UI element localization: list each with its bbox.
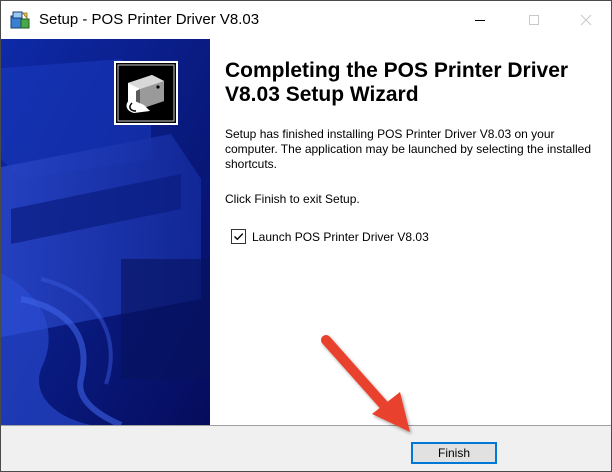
title-bar: Setup - POS Printer Driver V8.03 [1,1,611,39]
maximize-button [511,1,557,39]
printer-logo-icon [114,61,178,125]
button-bar: Finish [1,425,611,471]
close-icon [580,14,592,26]
banner-graphic [1,39,210,425]
launch-checkbox[interactable] [231,229,246,244]
window-title: Setup - POS Printer Driver V8.03 [39,11,260,28]
completion-message: Setup has finished installing POS Printe… [225,127,592,171]
wizard-content: Completing the POS Printer Driver V8.03 … [210,39,611,425]
minimize-icon [475,20,485,21]
minimize-button[interactable] [457,1,503,39]
launch-checkbox-label[interactable]: Launch POS Printer Driver V8.03 [252,230,429,244]
wizard-banner [1,39,210,425]
setup-installer-icon [10,10,30,30]
launch-checkbox-row[interactable]: Launch POS Printer Driver V8.03 [231,229,429,244]
checkmark-icon [234,233,244,241]
maximize-icon [529,15,539,25]
finish-button[interactable]: Finish [411,442,497,464]
page-title: Completing the POS Printer Driver V8.03 … [225,59,569,106]
close-button [563,1,609,39]
finish-hint-text: Click Finish to exit Setup. [225,192,360,206]
setup-window: Setup - POS Printer Driver V8.03 Complet… [0,0,612,472]
